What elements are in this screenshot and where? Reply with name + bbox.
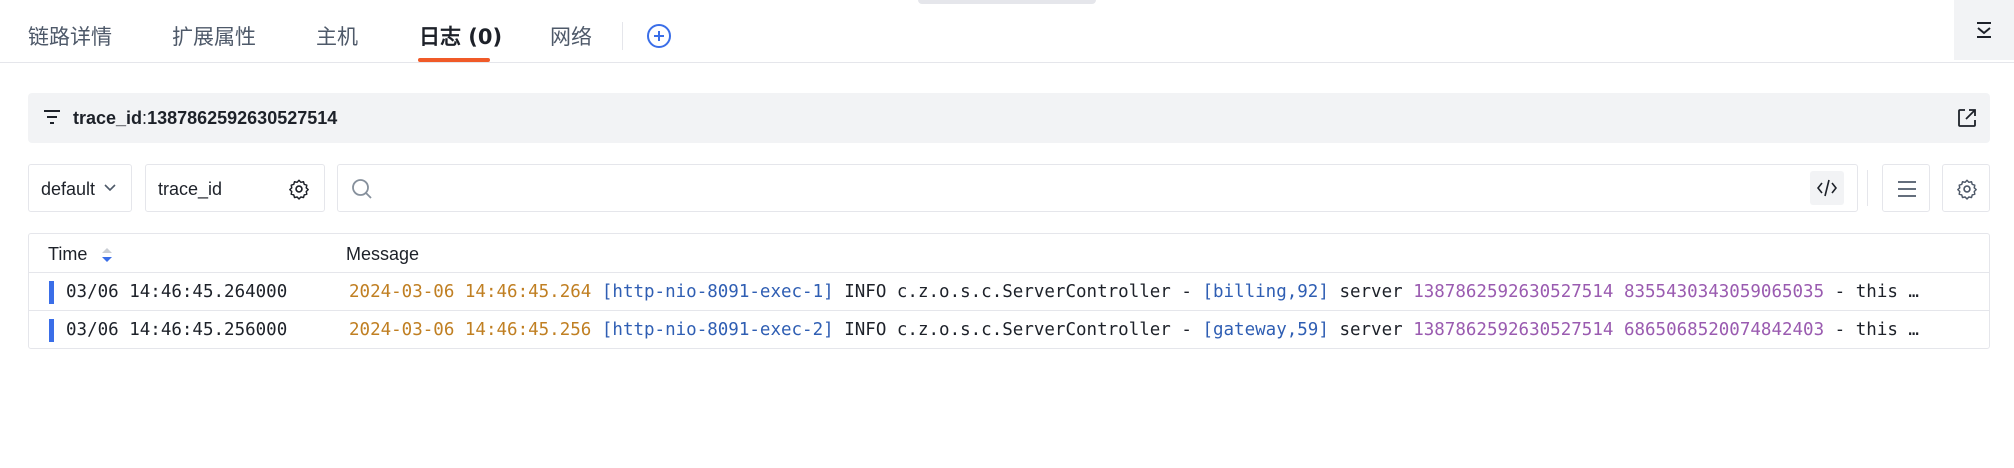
field-select-value: trace_id (158, 179, 223, 199)
tab-logs[interactable]: 日志 (0) (419, 23, 502, 51)
log-trace-id: 1387862592630527514 (1413, 282, 1614, 302)
column-header-message: Message (346, 244, 420, 264)
log-word: server (1339, 282, 1403, 302)
log-thread: [http-nio-8091-exec-2] (601, 320, 834, 340)
search-input[interactable] (382, 171, 1732, 205)
log-word: server (1339, 320, 1403, 340)
log-context: [billing,92] (1202, 282, 1329, 302)
filter-value: 1387862592630527514 (147, 108, 338, 128)
tab-divider (622, 22, 623, 50)
log-span-id: 6865068520074842403 (1623, 320, 1825, 340)
log-date: 2024-03-06 14:46:45.256 (349, 320, 592, 340)
search-icon (352, 179, 372, 199)
collapse-panel-icon (1977, 22, 1991, 38)
table-row[interactable]: 03/06 14:46:45.256000 2024-03-06 14:46:4… (29, 311, 1989, 348)
external-link-icon[interactable] (1956, 107, 1978, 129)
filter-expression: trace_id:1387862592630527514 (73, 106, 337, 130)
log-message: 2024-03-06 14:46:45.264 [http-nio-8091-e… (349, 281, 1969, 303)
search-field[interactable] (337, 164, 1858, 212)
active-filter-bar: trace_id:1387862592630527514 (28, 93, 1990, 143)
log-message: 2024-03-06 14:46:45.256 [http-nio-8091-e… (349, 319, 1969, 341)
tab-network[interactable]: 网络 (550, 23, 592, 51)
index-select[interactable]: default (28, 164, 132, 212)
log-thread: [http-nio-8091-exec-1] (601, 282, 834, 302)
settings-button[interactable] (1942, 164, 1990, 212)
code-mode-button[interactable] (1810, 171, 1844, 205)
table-header: Time Message (29, 234, 1989, 273)
log-context: [gateway,59] (1202, 320, 1329, 340)
list-icon (1898, 181, 1916, 197)
tab-host[interactable]: 主机 (316, 23, 358, 51)
tab-bar: 链路详情 扩展属性 主机 日志 (0) 网络 (0, 0, 2014, 63)
log-level-class: INFO c.z.o.s.c.ServerController - (844, 282, 1192, 302)
plus-circle-icon[interactable] (647, 24, 671, 48)
list-view-button[interactable] (1882, 164, 1930, 212)
tab-trace-detail[interactable]: 链路详情 (28, 23, 112, 51)
code-icon (1817, 179, 1837, 197)
collapse-panel-button[interactable] (1954, 0, 2014, 60)
toolbar-divider (1867, 170, 1868, 206)
filter-icon (44, 110, 60, 124)
log-time: 03/06 14:46:45.264000 (66, 282, 288, 302)
row-level-marker (49, 281, 54, 304)
filter-key: trace_id (73, 108, 143, 128)
log-tail: - this … (1834, 320, 1919, 340)
log-table: Time Message 03/06 14:46:45.264000 2024-… (28, 233, 1990, 349)
sort-icon[interactable] (101, 247, 113, 263)
log-span-id: 8355430343059065035 (1623, 282, 1825, 302)
log-date: 2024-03-06 14:46:45.264 (349, 282, 592, 302)
field-select[interactable]: trace_id (145, 164, 325, 212)
tab-extended-attributes[interactable]: 扩展属性 (172, 23, 256, 51)
chevron-down-icon (104, 184, 116, 192)
gear-icon[interactable] (288, 178, 310, 200)
column-header-time[interactable]: Time (48, 243, 87, 265)
log-time: 03/06 14:46:45.256000 (66, 320, 288, 340)
log-trace-id: 1387862592630527514 (1413, 320, 1614, 340)
gear-icon (1957, 179, 1977, 200)
active-tab-indicator (418, 58, 490, 62)
row-level-marker (49, 319, 54, 342)
log-tail: - this … (1834, 282, 1919, 302)
log-level-class: INFO c.z.o.s.c.ServerController - (844, 320, 1192, 340)
table-row[interactable]: 03/06 14:46:45.264000 2024-03-06 14:46:4… (29, 273, 1989, 311)
index-select-value: default (41, 179, 96, 199)
